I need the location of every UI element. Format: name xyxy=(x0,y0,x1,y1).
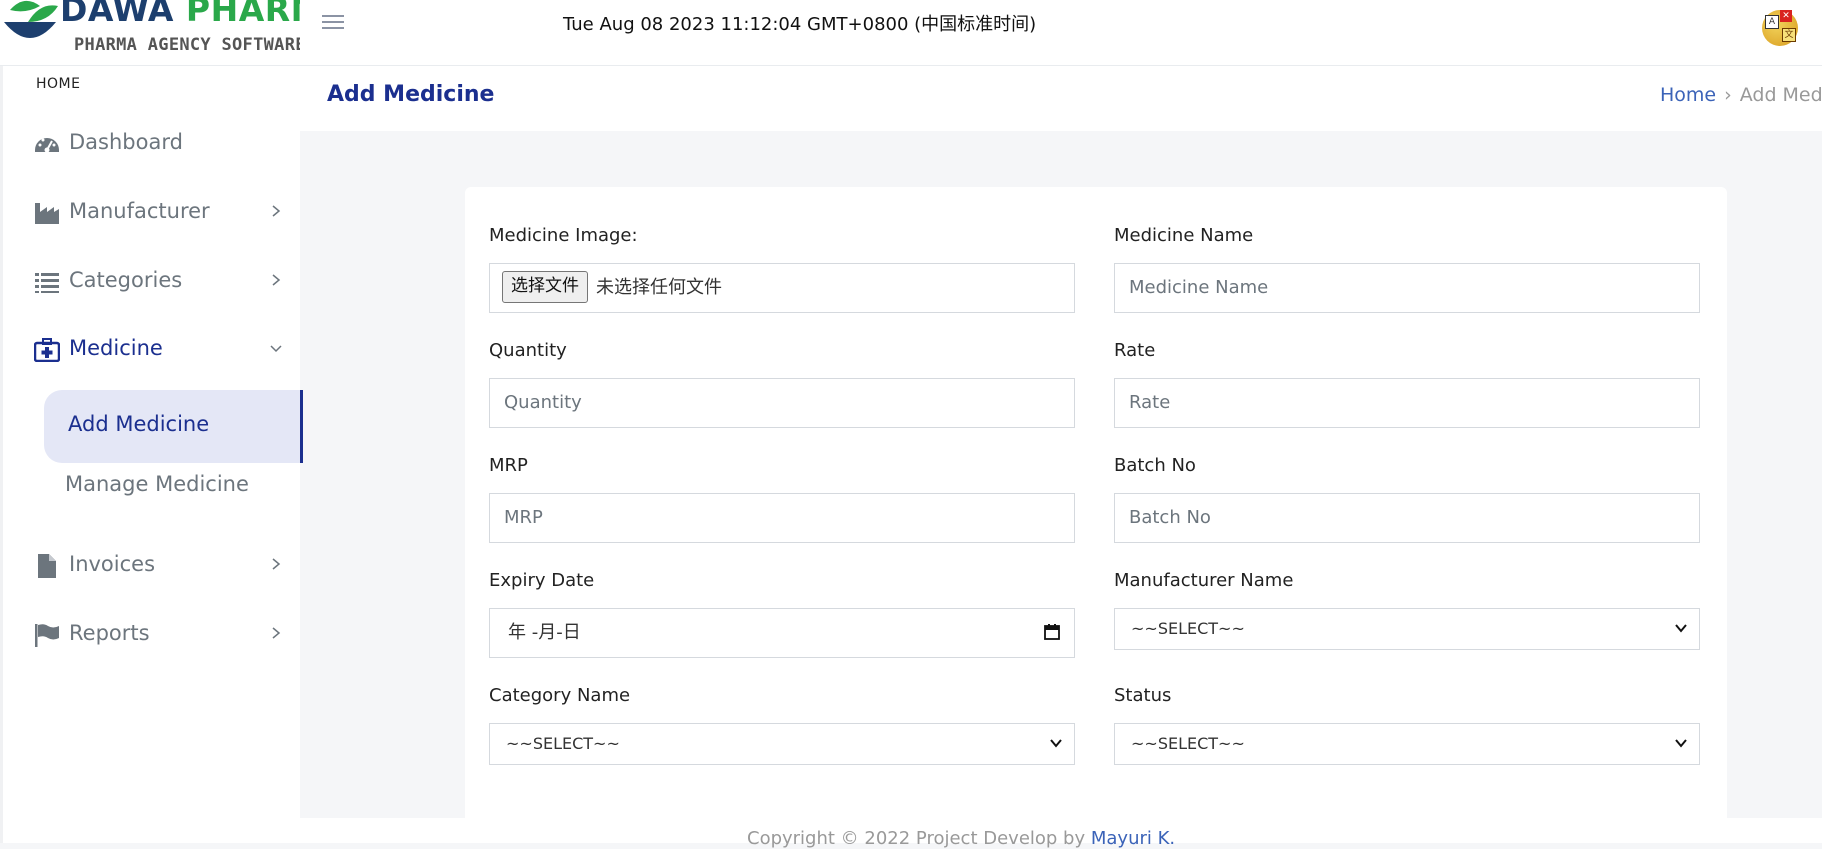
sidebar-subitem-label: Add Medicine xyxy=(68,412,210,436)
sidebar-item-label: Medicine xyxy=(69,336,163,360)
brand-word-1: DAWA xyxy=(60,0,174,29)
menu-toggle-icon[interactable] xyxy=(322,11,344,31)
footer-text: Copyright © 2022 Project Develop by xyxy=(747,828,1091,849)
breadcrumb-home-link[interactable]: Home xyxy=(1660,84,1716,106)
brand-word-2: PHARMA xyxy=(185,0,300,29)
breadcrumb: Home › Add Medicine xyxy=(1660,84,1822,106)
sidebar-subitem-manage-medicine[interactable]: Manage Medicine xyxy=(65,472,249,496)
quantity-input[interactable]: Quantity xyxy=(489,378,1075,428)
file-icon xyxy=(38,554,56,578)
chevron-down-icon xyxy=(1050,739,1062,748)
mrp-input[interactable]: MRP xyxy=(489,493,1075,543)
status-select[interactable]: ~~SELECT~~ xyxy=(1114,723,1700,765)
batch-no-label: Batch No xyxy=(1114,455,1196,476)
category-select-value: ~~SELECT~~ xyxy=(506,734,620,753)
footer-copyright: Copyright © 2022 Project Develop by Mayu… xyxy=(747,828,1175,849)
medicine-name-input[interactable]: Medicine Name xyxy=(1114,263,1700,313)
breadcrumb-current: Add Medicine xyxy=(1739,84,1822,106)
chevron-right-icon xyxy=(272,274,281,286)
page-footer: Copyright © 2022 Project Develop by Mayu… xyxy=(297,818,1822,849)
avatar-badge-x: ✕ xyxy=(1780,10,1792,22)
sidebar-item-label: Categories xyxy=(69,268,183,292)
status-select-value: ~~SELECT~~ xyxy=(1131,734,1245,753)
sidebar-item-manufacturer[interactable]: Manufacturer xyxy=(3,190,300,234)
breadcrumb-separator-icon: › xyxy=(1724,84,1732,106)
expiry-date-value: 年 -月-日 xyxy=(508,622,581,643)
manufacturer-select-value: ~~SELECT~~ xyxy=(1131,619,1245,638)
dashboard-gauge-icon xyxy=(35,138,59,153)
rate-input[interactable]: Rate xyxy=(1114,378,1700,428)
flag-icon xyxy=(35,624,59,647)
medkit-icon xyxy=(34,338,60,362)
sidebar-item-label: Invoices xyxy=(69,552,156,576)
sidebar: HOME Dashboard Manufacturer Categories M… xyxy=(0,66,303,843)
mrp-label: MRP xyxy=(489,455,528,476)
expiry-date-label: Expiry Date xyxy=(489,570,595,591)
file-status-text: 未选择任何文件 xyxy=(596,277,722,298)
add-medicine-form: Medicine Image: 选择文件 未选择任何文件 Medicine Na… xyxy=(465,187,1727,827)
batch-no-input[interactable]: Batch No xyxy=(1114,493,1700,543)
chevron-right-icon xyxy=(272,558,281,570)
sidebar-subitem-add-medicine[interactable]: Add Medicine xyxy=(44,390,303,463)
medicine-image-file-input: 选择文件 未选择任何文件 xyxy=(489,263,1075,313)
user-avatar[interactable]: A ✕ 文 xyxy=(1762,10,1798,46)
category-select[interactable]: ~~SELECT~~ xyxy=(489,723,1075,765)
sidebar-item-categories[interactable]: Categories xyxy=(3,259,300,303)
sidebar-section-home: HOME xyxy=(36,76,81,92)
footer-author-link[interactable]: Mayuri K. xyxy=(1091,828,1175,849)
chevron-right-icon xyxy=(272,627,281,639)
factory-icon xyxy=(35,203,59,224)
avatar-badge-char: 文 xyxy=(1782,28,1796,42)
page-header: Add Medicine Home › Add Medicine xyxy=(297,66,1822,131)
medicine-name-label: Medicine Name xyxy=(1114,225,1254,246)
page-title: Add Medicine xyxy=(327,82,495,107)
choose-file-button[interactable]: 选择文件 xyxy=(502,271,588,303)
top-header: DAWA PHARMA PHARMA AGENCY SOFTWARE Tue A… xyxy=(0,0,1822,66)
sidebar-item-reports[interactable]: Reports xyxy=(3,612,300,656)
current-datetime: Tue Aug 08 2023 11:12:04 GMT+0800 (中国标准时… xyxy=(563,14,1037,35)
expiry-date-input[interactable]: 年 -月-日 xyxy=(489,608,1075,658)
list-icon xyxy=(35,273,59,293)
sidebar-item-label: Dashboard xyxy=(69,130,183,154)
brand-logo[interactable]: DAWA PHARMA PHARMA AGENCY SOFTWARE xyxy=(0,0,300,65)
calendar-icon[interactable] xyxy=(1044,624,1060,640)
sidebar-item-dashboard[interactable]: Dashboard xyxy=(3,121,300,165)
sidebar-item-medicine[interactable]: Medicine xyxy=(3,327,300,371)
chevron-down-icon xyxy=(1675,739,1687,748)
medicine-image-label: Medicine Image: xyxy=(489,225,638,246)
manufacturer-select[interactable]: ~~SELECT~~ xyxy=(1114,608,1700,650)
status-label: Status xyxy=(1114,685,1172,706)
sidebar-item-invoices[interactable]: Invoices xyxy=(3,543,300,587)
brand-title: DAWA PHARMA xyxy=(60,0,300,30)
sidebar-item-label: Manufacturer xyxy=(69,199,210,223)
quantity-label: Quantity xyxy=(489,340,567,361)
manufacturer-name-label: Manufacturer Name xyxy=(1114,570,1294,591)
rate-label: Rate xyxy=(1114,340,1156,361)
brand-subtitle: PHARMA AGENCY SOFTWARE xyxy=(74,35,300,55)
chevron-down-icon xyxy=(270,345,282,353)
sidebar-item-label: Reports xyxy=(69,621,150,645)
chevron-down-icon xyxy=(1675,624,1687,633)
avatar-badge-a: A xyxy=(1765,15,1779,29)
chevron-right-icon xyxy=(272,205,281,217)
category-name-label: Category Name xyxy=(489,685,631,706)
mortar-leaf-icon xyxy=(4,0,58,38)
